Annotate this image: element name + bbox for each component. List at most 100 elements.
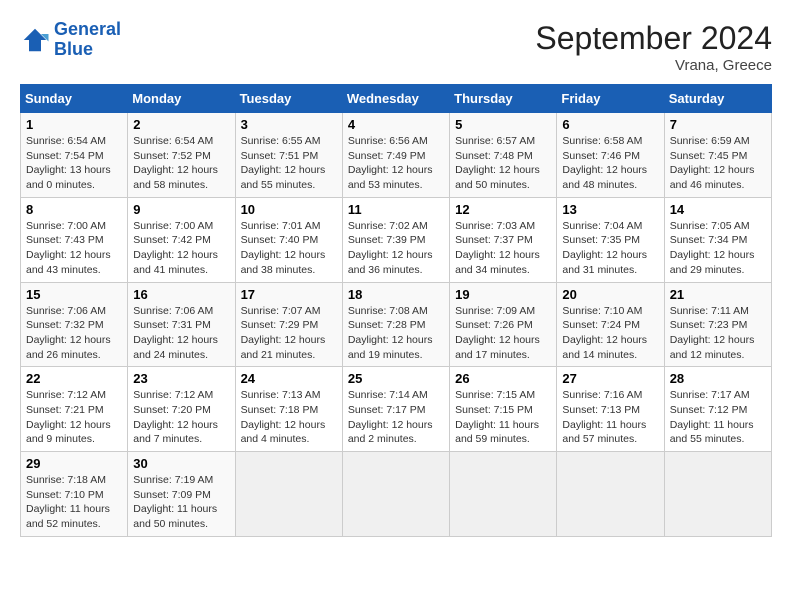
day-info: Sunrise: 7:14 AM Sunset: 7:17 PM Dayligh… [348, 388, 444, 447]
day-number: 30 [133, 456, 229, 471]
day-info: Sunrise: 7:06 AM Sunset: 7:32 PM Dayligh… [26, 304, 122, 363]
day-info: Sunrise: 7:04 AM Sunset: 7:35 PM Dayligh… [562, 219, 658, 278]
calendar-cell: 25Sunrise: 7:14 AM Sunset: 7:17 PM Dayli… [342, 367, 449, 452]
col-thursday: Thursday [450, 85, 557, 113]
calendar-cell: 13 Sunrise: 7:04 AM Sunset: 7:35 PM Dayli… [557, 197, 664, 282]
calendar-table: Sunday Monday Tuesday Wednesday Thursday… [20, 84, 772, 537]
day-number: 1 [26, 117, 122, 132]
day-info: Sunrise: 7:02 AM Sunset: 7:39 PM Dayligh… [348, 219, 444, 278]
day-info: Sunrise: 7:17 AM Sunset: 7:12 PM Dayligh… [670, 388, 766, 447]
location: Vrana, Greece [535, 57, 772, 74]
day-info: Sunrise: 7:01 AM Sunset: 7:40 PM Dayligh… [241, 219, 337, 278]
day-number: 12 [455, 202, 551, 217]
day-info: Sunrise: 7:12 AM Sunset: 7:21 PM Dayligh… [26, 388, 122, 447]
day-info: Sunrise: 6:54 AM Sunset: 7:54 PM Dayligh… [26, 134, 122, 193]
day-number: 11 [348, 202, 444, 217]
day-number: 5 [455, 117, 551, 132]
day-number: 9 [133, 202, 229, 217]
calendar-cell [450, 452, 557, 537]
day-info: Sunrise: 7:08 AM Sunset: 7:28 PM Dayligh… [348, 304, 444, 363]
day-info: Sunrise: 6:58 AM Sunset: 7:46 PM Dayligh… [562, 134, 658, 193]
calendar-cell: 10 Sunrise: 7:01 AM Sunset: 7:40 PM Dayli… [235, 197, 342, 282]
day-number: 26 [455, 371, 551, 386]
day-info: Sunrise: 7:13 AM Sunset: 7:18 PM Dayligh… [241, 388, 337, 447]
calendar-week-3: 15 Sunrise: 7:06 AM Sunset: 7:32 PM Dayli… [21, 282, 772, 367]
col-monday: Monday [128, 85, 235, 113]
day-number: 7 [670, 117, 766, 132]
day-number: 6 [562, 117, 658, 132]
calendar-cell: 15 Sunrise: 7:06 AM Sunset: 7:32 PM Dayli… [21, 282, 128, 367]
day-number: 16 [133, 287, 229, 302]
day-number: 15 [26, 287, 122, 302]
col-tuesday: Tuesday [235, 85, 342, 113]
day-info: Sunrise: 7:09 AM Sunset: 7:26 PM Dayligh… [455, 304, 551, 363]
calendar-cell: 27Sunrise: 7:16 AM Sunset: 7:13 PM Dayli… [557, 367, 664, 452]
day-number: 22 [26, 371, 122, 386]
day-number: 18 [348, 287, 444, 302]
day-info: Sunrise: 6:56 AM Sunset: 7:49 PM Dayligh… [348, 134, 444, 193]
calendar-cell [664, 452, 771, 537]
day-number: 10 [241, 202, 337, 217]
day-info: Sunrise: 7:07 AM Sunset: 7:29 PM Dayligh… [241, 304, 337, 363]
logo: General Blue [20, 20, 121, 60]
logo-text: General Blue [54, 20, 121, 60]
calendar-week-2: 8 Sunrise: 7:00 AM Sunset: 7:43 PM Daylig… [21, 197, 772, 282]
calendar-cell: 8 Sunrise: 7:00 AM Sunset: 7:43 PM Daylig… [21, 197, 128, 282]
day-info: Sunrise: 7:00 AM Sunset: 7:43 PM Dayligh… [26, 219, 122, 278]
calendar-cell: 22 Sunrise: 7:12 AM Sunset: 7:21 PM Dayli… [21, 367, 128, 452]
header-row: Sunday Monday Tuesday Wednesday Thursday… [21, 85, 772, 113]
day-info: Sunrise: 7:10 AM Sunset: 7:24 PM Dayligh… [562, 304, 658, 363]
day-number: 21 [670, 287, 766, 302]
day-info: Sunrise: 6:59 AM Sunset: 7:45 PM Dayligh… [670, 134, 766, 193]
day-info: Sunrise: 7:11 AM Sunset: 7:23 PM Dayligh… [670, 304, 766, 363]
day-info: Sunrise: 7:15 AM Sunset: 7:15 PM Dayligh… [455, 388, 551, 447]
calendar-cell: 4 Sunrise: 6:56 AM Sunset: 7:49 PM Daylig… [342, 113, 449, 198]
day-info: Sunrise: 7:03 AM Sunset: 7:37 PM Dayligh… [455, 219, 551, 278]
day-info: Sunrise: 6:57 AM Sunset: 7:48 PM Dayligh… [455, 134, 551, 193]
day-number: 14 [670, 202, 766, 217]
day-info: Sunrise: 7:12 AM Sunset: 7:20 PM Dayligh… [133, 388, 229, 447]
day-number: 8 [26, 202, 122, 217]
calendar-cell [557, 452, 664, 537]
day-number: 13 [562, 202, 658, 217]
day-info: Sunrise: 7:05 AM Sunset: 7:34 PM Dayligh… [670, 219, 766, 278]
calendar-cell: 24 Sunrise: 7:13 AM Sunset: 7:18 PM Dayli… [235, 367, 342, 452]
day-info: Sunrise: 7:18 AM Sunset: 7:10 PM Dayligh… [26, 473, 122, 532]
calendar-cell: 20Sunrise: 7:10 AM Sunset: 7:24 PM Dayli… [557, 282, 664, 367]
day-info: Sunrise: 6:54 AM Sunset: 7:52 PM Dayligh… [133, 134, 229, 193]
calendar-cell: 9 Sunrise: 7:00 AM Sunset: 7:42 PM Daylig… [128, 197, 235, 282]
calendar-cell: 12 Sunrise: 7:03 AM Sunset: 7:37 PM Dayli… [450, 197, 557, 282]
col-sunday: Sunday [21, 85, 128, 113]
calendar-cell: 30 Sunrise: 7:19 AM Sunset: 7:09 PM Dayli… [128, 452, 235, 537]
calendar-cell: 3Sunrise: 6:55 AM Sunset: 7:51 PM Daylig… [235, 113, 342, 198]
day-info: Sunrise: 7:00 AM Sunset: 7:42 PM Dayligh… [133, 219, 229, 278]
calendar-cell: 16 Sunrise: 7:06 AM Sunset: 7:31 PM Dayli… [128, 282, 235, 367]
calendar-cell: 5 Sunrise: 6:57 AM Sunset: 7:48 PM Daylig… [450, 113, 557, 198]
calendar-cell: 19 Sunrise: 7:09 AM Sunset: 7:26 PM Dayli… [450, 282, 557, 367]
calendar-cell: 29 Sunrise: 7:18 AM Sunset: 7:10 PM Dayli… [21, 452, 128, 537]
calendar-cell: 7 Sunrise: 6:59 AM Sunset: 7:45 PM Daylig… [664, 113, 771, 198]
day-number: 4 [348, 117, 444, 132]
calendar-cell: 26 Sunrise: 7:15 AM Sunset: 7:15 PM Dayli… [450, 367, 557, 452]
day-info: Sunrise: 6:55 AM Sunset: 7:51 PM Dayligh… [241, 134, 337, 193]
day-number: 28 [670, 371, 766, 386]
calendar-cell: 18 Sunrise: 7:08 AM Sunset: 7:28 PM Dayli… [342, 282, 449, 367]
day-info: Sunrise: 7:06 AM Sunset: 7:31 PM Dayligh… [133, 304, 229, 363]
calendar-cell: 17 Sunrise: 7:07 AM Sunset: 7:29 PM Dayli… [235, 282, 342, 367]
calendar-cell [235, 452, 342, 537]
calendar-cell: 23Sunrise: 7:12 AM Sunset: 7:20 PM Dayli… [128, 367, 235, 452]
calendar-cell: 1 Sunrise: 6:54 AM Sunset: 7:54 PM Daylig… [21, 113, 128, 198]
calendar-week-5: 29 Sunrise: 7:18 AM Sunset: 7:10 PM Dayli… [21, 452, 772, 537]
calendar-cell: 2Sunrise: 6:54 AM Sunset: 7:52 PM Daylig… [128, 113, 235, 198]
col-wednesday: Wednesday [342, 85, 449, 113]
month-title: September 2024 [535, 20, 772, 57]
day-info: Sunrise: 7:19 AM Sunset: 7:09 PM Dayligh… [133, 473, 229, 532]
calendar-week-4: 22 Sunrise: 7:12 AM Sunset: 7:21 PM Dayli… [21, 367, 772, 452]
day-number: 17 [241, 287, 337, 302]
day-number: 27 [562, 371, 658, 386]
logo-icon [20, 25, 50, 55]
calendar-week-1: 1 Sunrise: 6:54 AM Sunset: 7:54 PM Daylig… [21, 113, 772, 198]
day-number: 19 [455, 287, 551, 302]
day-number: 24 [241, 371, 337, 386]
day-number: 29 [26, 456, 122, 471]
